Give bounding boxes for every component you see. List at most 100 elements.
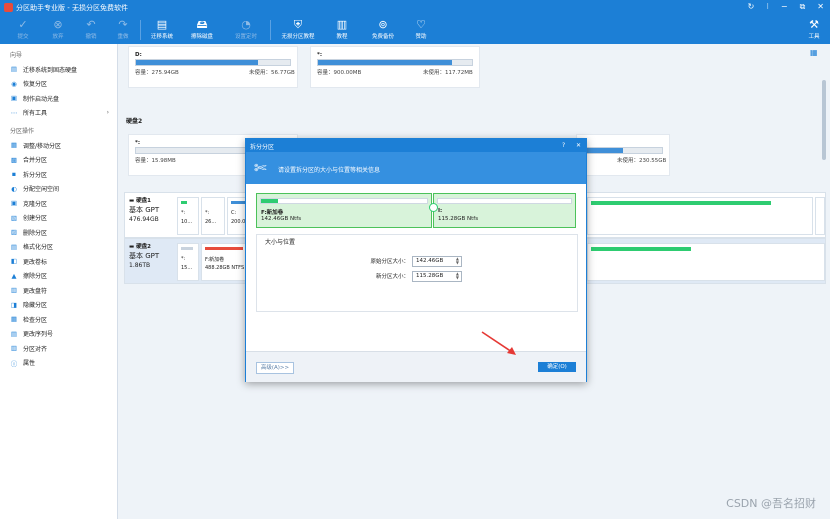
sidebar-op-item[interactable]: ◐ 分配空闲空间 <box>0 182 117 197</box>
dialog-title-bar: 拆分分区 ? ✕ <box>246 139 586 152</box>
disk-info: ▬ 硬盘2 基本 GPT 1.86TB <box>129 243 177 270</box>
disk-partition[interactable] <box>587 197 813 235</box>
sidebar-op-item[interactable]: ▩ 合并分区 <box>0 153 117 168</box>
sidebar-op-item[interactable]: ▦ 调整/移动分区 <box>0 138 117 153</box>
migrate-system-button[interactable]: ▤ 迁移系统 <box>148 18 176 40</box>
new-size-label: 新分区大小： <box>375 274 409 280</box>
disk-name: ▬ 硬盘2 <box>129 244 151 250</box>
op-icon: ▨ <box>10 228 18 237</box>
disk-partition[interactable]: *: 15... <box>177 243 199 281</box>
undo-button[interactable]: ↶ 撤销 <box>80 18 102 40</box>
sidebar-op-item[interactable]: ◧ 更改卷标 <box>0 254 117 269</box>
free-backup-button[interactable]: ⊚ 免费备份 <box>368 18 398 40</box>
partition-card-right[interactable]: 未使用：230.55GB <box>576 134 670 176</box>
redo-icon: ↷ <box>118 18 128 31</box>
split-drag-handle[interactable] <box>429 203 438 212</box>
op-icon: ▣ <box>10 199 18 208</box>
size-position-title: 大小与位置 <box>265 239 296 246</box>
schedule-button[interactable]: ◔ 设置定时 <box>232 18 260 40</box>
right-partition-size: 115.28GB Ntfs <box>438 216 479 222</box>
refresh-icon[interactable]: ↻ <box>748 2 755 12</box>
minimize-icon[interactable]: − <box>781 2 788 12</box>
toolbar-separator <box>270 20 271 40</box>
size-position-group: 大小与位置 原始分区大小： 142.46GB ▲ ▼ 新分区大小： 115.28G… <box>256 234 578 312</box>
disk-partition-selected[interactable]: F:新加卷 488.28GB NTFS <box>201 243 247 281</box>
partition-card-d[interactable]: D: 容量：275.94GB 未使用：56.77GB <box>128 46 298 88</box>
view-grid-icon[interactable]: ▦ <box>810 48 818 57</box>
wipe-icon: 🖴 <box>196 18 208 31</box>
capacity-text: 容量：15.98MB <box>135 158 176 164</box>
vertical-scrollbar[interactable] <box>822 80 826 160</box>
window-controls: ↻ ⁝ − ⧉ ✕ <box>748 2 824 12</box>
sidebar-group-wizard: 向导 <box>10 52 23 59</box>
partition-name: D: <box>135 52 142 58</box>
discard-button[interactable]: ⊗ 放弃 <box>47 18 69 40</box>
sidebar-op-item[interactable]: ▪ 拆分分区 <box>0 167 117 182</box>
sidebar-op-item[interactable]: ▤ 更改序列号 <box>0 327 117 342</box>
more-icon: ⋯ <box>10 108 18 117</box>
usage-fill <box>136 60 258 65</box>
tools-icon: ⚒ <box>809 18 819 31</box>
disk-partition[interactable]: *: 26... <box>201 197 225 235</box>
split-right-partition[interactable]: I: 115.28GB Ntfs <box>433 193 576 228</box>
partition-card-star[interactable]: *: 容量：900.00MB 未使用：117.72MB <box>310 46 480 88</box>
sidebar-op-item[interactable]: ▨ 删除分区 <box>0 225 117 240</box>
sponsor-button[interactable]: ♡ 赞助 <box>410 18 432 40</box>
sidebar-op-item[interactable]: ▲ 擦除分区 <box>0 269 117 284</box>
toolbar-separator <box>140 20 141 40</box>
disk-type: 基本 GPT <box>129 252 160 260</box>
dialog-banner: ✄ 请设置拆分区的大小与位置等相关信息 <box>246 152 586 184</box>
tools-button[interactable]: ⚒ 工具 <box>803 18 825 40</box>
cancel-icon: ⊗ <box>53 18 63 31</box>
disk2-section-title: 硬盘2 <box>126 118 143 125</box>
sidebar-op-item[interactable]: ▥ 更改盘符 <box>0 283 117 298</box>
disk-partition[interactable]: *: 10... <box>177 197 199 235</box>
free-text: 未使用：117.72MB <box>423 70 473 76</box>
dialog-title: 拆分分区 <box>250 144 275 151</box>
menu-icon[interactable]: ⁝ <box>766 2 769 12</box>
spinner-arrows-icon[interactable]: ▲ ▼ <box>456 272 459 280</box>
sidebar-item-recover-partition[interactable]: ◉ 恢复分区 <box>0 77 117 92</box>
sidebar-op-item[interactable]: ▤ 格式化分区 <box>0 240 117 255</box>
banner-text: 请设置拆分区的大小与位置等相关信息 <box>278 167 381 174</box>
wipe-disk-button[interactable]: 🖴 擦除磁盘 <box>188 18 216 40</box>
usage-bar <box>317 59 473 66</box>
close-icon[interactable]: ✕ <box>817 2 824 12</box>
submit-button[interactable]: ✓ 提交 <box>12 18 34 40</box>
orig-size-spinner[interactable]: 142.46GB ▲ ▼ <box>412 256 462 267</box>
sidebar-item-migrate-ssd[interactable]: ▤ 迁移系统到固态硬盘 <box>0 62 117 77</box>
heart-icon: ♡ <box>416 18 426 31</box>
disk-partition[interactable] <box>587 243 825 281</box>
sidebar-op-item[interactable]: ⓘ 属性 <box>0 356 117 371</box>
disk-name: ▬ 硬盘1 <box>129 198 151 204</box>
sidebar-op-item[interactable]: ▥ 分区对齐 <box>0 341 117 356</box>
window-title: 分区助手专业版 - 无损分区免费软件 <box>16 4 128 12</box>
disk-partition[interactable] <box>815 197 825 235</box>
capacity-text: 容量：275.94GB <box>135 70 179 76</box>
sidebar-op-item[interactable]: ▣ 克隆分区 <box>0 196 117 211</box>
advanced-button[interactable]: 高级(A)>> <box>256 362 294 374</box>
redo-button[interactable]: ↷ 重做 <box>112 18 134 40</box>
disk-info: ▬ 硬盘1 基本 GPT 476.94GB <box>129 197 177 224</box>
ok-button[interactable]: 确定(O) <box>538 362 576 372</box>
sidebar-op-item[interactable]: ▧ 创建分区 <box>0 211 117 226</box>
spinner-arrows-icon[interactable]: ▲ ▼ <box>456 257 459 265</box>
new-size-spinner[interactable]: 115.28GB ▲ ▼ <box>412 271 462 282</box>
app-logo-icon <box>4 3 13 12</box>
disk-size: 1.86TB <box>129 262 151 269</box>
split-preview: F:新加卷 142.46GB Ntfs I: 115.28GB Ntfs <box>256 193 576 228</box>
usage-bar <box>583 147 663 154</box>
sidebar-item-boot-disc[interactable]: ▣ 制作启动光盘 <box>0 91 117 106</box>
sidebar-op-item[interactable]: ◨ 隐藏分区 <box>0 298 117 313</box>
help-icon[interactable]: ? <box>562 142 565 149</box>
sidebar-item-all-tools[interactable]: ⋯ 所有工具 › <box>0 106 117 121</box>
dialog-close-icon[interactable]: ✕ <box>576 142 581 149</box>
tutorial-link-button[interactable]: ⛨ 无损分区教程 <box>277 18 319 40</box>
sidebar-op-item[interactable]: ▦ 检查分区 <box>0 312 117 327</box>
undo-icon: ↶ <box>86 18 96 31</box>
usage-bar <box>135 59 291 66</box>
split-left-partition[interactable]: F:新加卷 142.46GB Ntfs <box>256 193 432 228</box>
maximize-icon[interactable]: ⧉ <box>800 2 806 12</box>
migrate-icon: ▤ <box>10 65 18 74</box>
guide-button[interactable]: ▥ 教程 <box>331 18 353 40</box>
